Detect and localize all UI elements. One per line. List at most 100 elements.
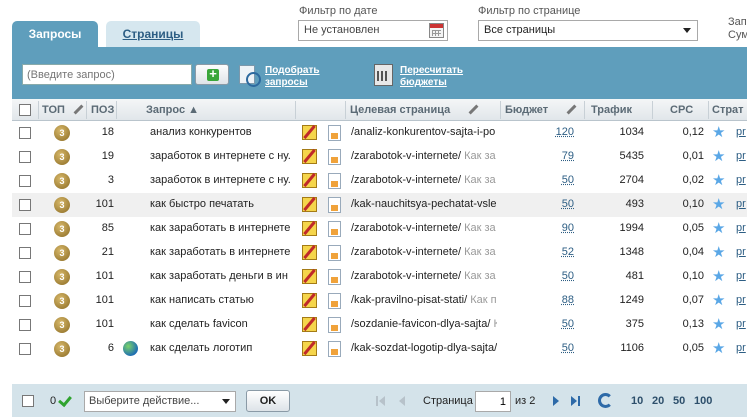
table-row[interactable]: 3 19 заработок в интернете с ну. /zarabotok…: [12, 145, 747, 169]
table-row[interactable]: 3 101 как сделать favicon/sozdanie-favicon…: [12, 313, 747, 337]
edit-icon[interactable]: [302, 269, 317, 284]
target-page[interactable]: /zarabotok-v-internete/ Как за: [351, 270, 497, 282]
strategy-link[interactable]: pr: [736, 246, 746, 258]
last-page-icon[interactable]: [570, 395, 582, 407]
calendar-icon[interactable]: [429, 23, 444, 38]
ok-button[interactable]: OK: [246, 390, 290, 412]
row-checkbox[interactable]: [19, 151, 31, 163]
document-icon[interactable]: [328, 293, 341, 309]
target-page[interactable]: /kak-pravilno-pisat-stati/ Как п: [351, 294, 497, 306]
row-checkbox[interactable]: [19, 247, 31, 259]
star-icon[interactable]: ★: [712, 244, 725, 261]
column-top[interactable]: ТОП: [42, 99, 65, 121]
star-icon[interactable]: ★: [712, 172, 725, 189]
document-icon[interactable]: [328, 221, 341, 237]
star-icon[interactable]: ★: [712, 268, 725, 285]
page-number-input[interactable]: [475, 391, 511, 412]
table-row[interactable]: 3 85 как заработать в интернете/zarabotok-…: [12, 217, 747, 241]
recalc-budgets-link[interactable]: Пересчитать бюджеты: [400, 65, 463, 89]
footer-select-checkbox[interactable]: [22, 395, 34, 407]
row-checkbox[interactable]: [19, 319, 31, 331]
row-checkbox[interactable]: [19, 127, 31, 139]
edit-icon[interactable]: [302, 245, 317, 260]
strategy-link[interactable]: pr: [736, 294, 746, 306]
budget-value[interactable]: 50: [532, 174, 574, 186]
page-size-10[interactable]: 10: [631, 395, 643, 407]
target-page[interactable]: /zarabotok-v-internete/ Как за: [351, 222, 497, 234]
star-icon[interactable]: ★: [712, 124, 725, 141]
table-row[interactable]: 3 6 как сделать логотип/kak-sozdat-logotip…: [12, 337, 747, 361]
query-input[interactable]: [22, 64, 192, 85]
row-checkbox[interactable]: [19, 199, 31, 211]
page-size-20[interactable]: 20: [652, 395, 664, 407]
edit-icon[interactable]: [302, 173, 317, 188]
target-page[interactable]: /zarabotok-v-internete/ Как за: [351, 174, 497, 186]
star-icon[interactable]: ★: [712, 220, 725, 237]
tab-queries[interactable]: Запросы: [12, 21, 98, 47]
target-page[interactable]: /kak-sozdat-logotip-dlya-sajta/: [351, 342, 497, 354]
row-checkbox[interactable]: [19, 175, 31, 187]
target-page[interactable]: /analiz-konkurentov-sajta-i-po: [351, 126, 497, 138]
document-icon[interactable]: [328, 245, 341, 261]
star-icon[interactable]: ★: [712, 148, 725, 165]
budget-value[interactable]: 50: [532, 270, 574, 282]
first-page-icon[interactable]: [376, 395, 388, 407]
strategy-link[interactable]: pr: [736, 126, 746, 138]
star-icon[interactable]: ★: [712, 292, 725, 309]
document-icon[interactable]: [328, 173, 341, 189]
table-row[interactable]: 3 101 как написать статью/kak-pravilno-pis…: [12, 289, 747, 313]
column-strategy[interactable]: Страт: [712, 99, 744, 121]
budget-value[interactable]: 90: [532, 222, 574, 234]
action-select[interactable]: Выберите действие...: [84, 391, 236, 412]
row-checkbox[interactable]: [19, 271, 31, 283]
edit-icon[interactable]: [302, 341, 317, 356]
budget-value[interactable]: 50: [532, 198, 574, 210]
budget-value[interactable]: 50: [532, 318, 574, 330]
edit-icon[interactable]: [302, 149, 317, 164]
star-icon[interactable]: ★: [712, 316, 725, 333]
star-icon[interactable]: ★: [712, 340, 725, 357]
budget-value[interactable]: 120: [532, 126, 574, 138]
prev-page-icon[interactable]: [396, 395, 408, 407]
add-query-button[interactable]: [195, 64, 229, 85]
column-query[interactable]: Запрос ▲: [146, 99, 199, 121]
edit-budget-icon[interactable]: [565, 104, 577, 116]
document-icon[interactable]: [328, 149, 341, 165]
column-cpc[interactable]: CPC: [670, 99, 693, 121]
document-icon[interactable]: [328, 125, 341, 141]
column-budget[interactable]: Бюджет: [505, 99, 548, 121]
row-checkbox[interactable]: [19, 295, 31, 307]
page-size-50[interactable]: 50: [673, 395, 685, 407]
row-checkbox[interactable]: [19, 223, 31, 235]
column-target-page[interactable]: Целевая страница: [350, 99, 450, 121]
strategy-link[interactable]: pr: [736, 342, 746, 354]
checkmark-icon[interactable]: [59, 393, 73, 407]
strategy-link[interactable]: pr: [736, 198, 746, 210]
edit-top-icon[interactable]: [72, 104, 84, 116]
edit-icon[interactable]: [302, 197, 317, 212]
edit-target-icon[interactable]: [467, 104, 479, 116]
document-icon[interactable]: [328, 197, 341, 213]
next-page-icon[interactable]: [550, 395, 562, 407]
budget-value[interactable]: 52: [532, 246, 574, 258]
table-row[interactable]: 3 101 как заработать деньги в ин/zarabotok…: [12, 265, 747, 289]
budget-value[interactable]: 50: [532, 342, 574, 354]
row-checkbox[interactable]: [19, 343, 31, 355]
edit-icon[interactable]: [302, 317, 317, 332]
page-filter-select[interactable]: Все страницы: [478, 20, 698, 41]
tab-pages[interactable]: Страницы: [106, 21, 200, 47]
document-icon[interactable]: [328, 269, 341, 285]
document-icon[interactable]: [328, 341, 341, 357]
date-filter-field[interactable]: Не установлен: [298, 20, 448, 41]
table-row[interactable]: 3 101 как быстро печатать/kak-nauchitsya-p…: [12, 193, 747, 217]
column-traffic[interactable]: Трафик: [591, 99, 632, 121]
column-pos[interactable]: ПОЗ: [91, 99, 114, 121]
budget-value[interactable]: 88: [532, 294, 574, 306]
table-row[interactable]: 3 21 как заработать в интернете/zarabotok-…: [12, 241, 747, 265]
page-size-100[interactable]: 100: [694, 395, 712, 407]
target-page[interactable]: /kak-nauchitsya-pechatat-vsle: [351, 198, 497, 210]
strategy-link[interactable]: pr: [736, 174, 746, 186]
pick-queries-icon[interactable]: [237, 63, 261, 87]
star-icon[interactable]: ★: [712, 196, 725, 213]
strategy-link[interactable]: pr: [736, 222, 746, 234]
